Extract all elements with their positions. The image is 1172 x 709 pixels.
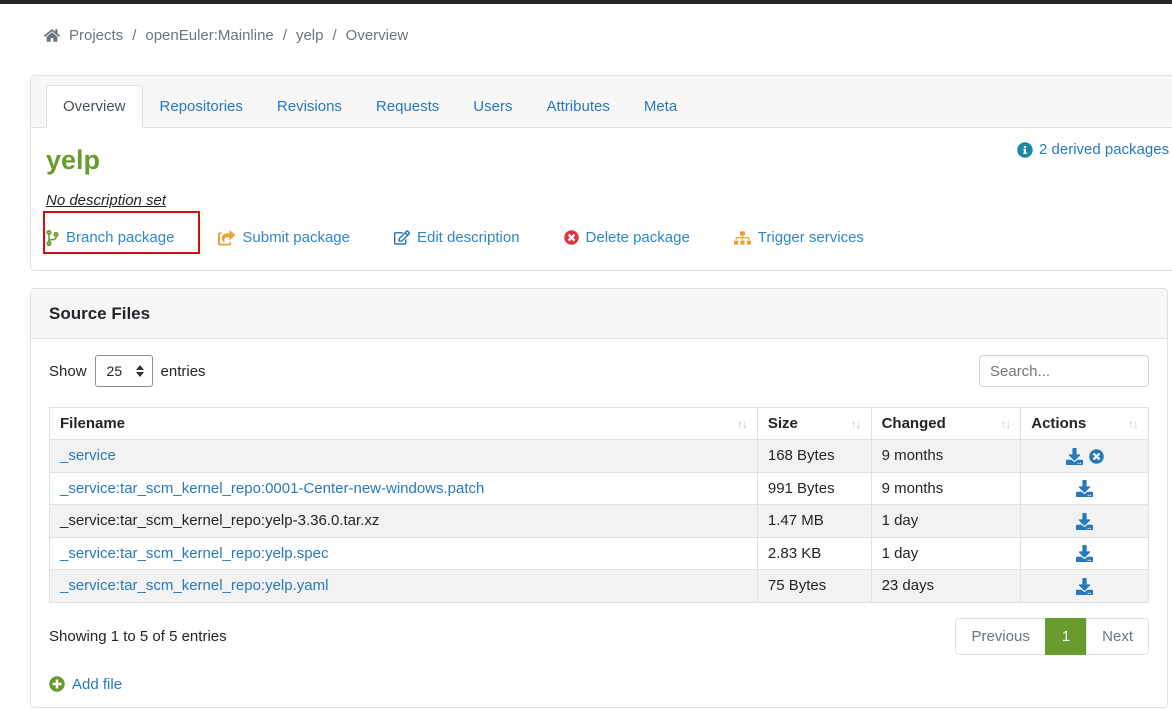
download-file-icon[interactable] — [1076, 480, 1093, 497]
tab-overview[interactable]: Overview — [46, 85, 143, 128]
entries-select[interactable]: 25 — [95, 355, 153, 387]
edit-description-label: Edit description — [417, 229, 520, 246]
pagination: Previous 1 Next — [956, 618, 1149, 655]
column-header-size[interactable]: Size↑↓ — [757, 408, 871, 440]
sort-icon[interactable]: ↑↓ — [737, 417, 747, 431]
pagination-next[interactable]: Next — [1086, 618, 1149, 655]
top-border-bar — [0, 0, 1172, 4]
share-square-icon — [218, 230, 235, 246]
breadcrumb: Projects / openEuler:Mainline / yelp / O… — [44, 27, 408, 44]
search-input[interactable] — [979, 355, 1149, 387]
package-description: No description set — [46, 192, 166, 209]
download-file-icon[interactable] — [1066, 448, 1083, 465]
tab-meta[interactable]: Meta — [627, 85, 694, 128]
file-size: 75 Bytes — [757, 570, 871, 603]
column-header-filename[interactable]: Filename↑↓ — [50, 408, 758, 440]
pagination-page-1[interactable]: 1 — [1045, 618, 1087, 655]
source-files-title: Source Files — [31, 289, 1167, 339]
tab-revisions[interactable]: Revisions — [260, 85, 359, 128]
file-size: 168 Bytes — [757, 440, 871, 473]
file-size: 991 Bytes — [757, 472, 871, 505]
plus-circle-icon — [49, 676, 65, 692]
select-caret-icon — [136, 365, 144, 377]
sort-icon[interactable]: ↑↓ — [1000, 417, 1010, 431]
delete-package-button[interactable]: Delete package — [564, 229, 690, 246]
add-file-link[interactable]: Add file — [49, 676, 122, 693]
table-row: _service 168 Bytes 9 months — [50, 440, 1149, 473]
page-title: yelp — [46, 146, 1164, 174]
tab-repositories[interactable]: Repositories — [143, 85, 260, 128]
table-row: _service:tar_scm_kernel_repo:yelp.yaml 7… — [50, 570, 1149, 603]
table-row: _service:tar_scm_kernel_repo:0001-Center… — [50, 472, 1149, 505]
source-files-card: Source Files Show 25 entries Filename↑↓ … — [30, 288, 1168, 708]
package-tab-bar: Overview Repositories Revisions Requests… — [31, 76, 1172, 128]
breadcrumb-separator: / — [283, 27, 287, 44]
table-controls: Show 25 entries — [49, 355, 1149, 387]
edit-icon — [394, 230, 410, 245]
file-name-text: _service:tar_scm_kernel_repo:yelp-3.36.0… — [60, 512, 379, 529]
entries-label: entries — [161, 363, 206, 380]
sort-icon[interactable]: ↑↓ — [851, 417, 861, 431]
file-changed: 23 days — [871, 570, 1021, 603]
breadcrumb-item-project[interactable]: openEuler:Mainline — [145, 27, 273, 44]
file-size: 1.47 MB — [757, 505, 871, 538]
times-circle-icon — [564, 230, 579, 245]
show-label: Show — [49, 363, 87, 380]
derived-packages-link[interactable]: 2 derived packages — [1017, 141, 1169, 158]
source-files-table: Filename↑↓ Size↑↓ Changed↑↓ Actions↑↓ _s… — [49, 407, 1149, 603]
column-header-changed[interactable]: Changed↑↓ — [871, 408, 1021, 440]
download-file-icon[interactable] — [1076, 513, 1093, 530]
sort-icon[interactable]: ↑↓ — [1128, 417, 1138, 431]
entries-select-value: 25 — [107, 363, 123, 379]
file-changed: 1 day — [871, 505, 1021, 538]
download-file-icon[interactable] — [1076, 578, 1093, 595]
pagination-previous[interactable]: Previous — [955, 618, 1045, 655]
file-changed: 9 months — [871, 440, 1021, 473]
sitemap-icon — [734, 231, 751, 245]
edit-description-button[interactable]: Edit description — [394, 229, 520, 246]
trigger-services-button[interactable]: Trigger services — [734, 229, 864, 246]
package-actions: Branch package Submit package Edit descr… — [46, 229, 1164, 246]
table-row: _service:tar_scm_kernel_repo:yelp-3.36.0… — [50, 505, 1149, 538]
branch-package-label: Branch package — [66, 229, 174, 246]
branch-package-button[interactable]: Branch package — [46, 229, 174, 246]
download-file-icon[interactable] — [1076, 545, 1093, 562]
table-header-row: Filename↑↓ Size↑↓ Changed↑↓ Actions↑↓ — [50, 408, 1149, 440]
trigger-services-label: Trigger services — [758, 229, 864, 246]
derived-packages-label: 2 derived packages — [1039, 141, 1169, 158]
package-overview-card: Overview Repositories Revisions Requests… — [30, 75, 1172, 271]
tab-users[interactable]: Users — [456, 85, 529, 128]
file-changed: 1 day — [871, 537, 1021, 570]
delete-file-icon[interactable] — [1089, 449, 1104, 464]
breadcrumb-item-package[interactable]: yelp — [296, 27, 324, 44]
file-link[interactable]: _service:tar_scm_kernel_repo:0001-Center… — [60, 480, 484, 497]
code-branch-icon — [46, 230, 59, 246]
info-circle-icon — [1017, 142, 1033, 158]
entries-summary: Showing 1 to 5 of 5 entries — [49, 628, 227, 645]
file-link[interactable]: _service — [60, 447, 116, 464]
breadcrumb-item-projects[interactable]: Projects — [69, 27, 123, 44]
add-file-label: Add file — [72, 676, 122, 693]
tab-attributes[interactable]: Attributes — [529, 85, 626, 128]
submit-package-button[interactable]: Submit package — [218, 229, 350, 246]
column-header-actions[interactable]: Actions↑↓ — [1021, 408, 1149, 440]
home-icon[interactable] — [44, 28, 60, 43]
file-size: 2.83 KB — [757, 537, 871, 570]
file-link[interactable]: _service:tar_scm_kernel_repo:yelp.spec — [60, 545, 328, 562]
table-row: _service:tar_scm_kernel_repo:yelp.spec 2… — [50, 537, 1149, 570]
file-changed: 9 months — [871, 472, 1021, 505]
breadcrumb-item-current: Overview — [346, 27, 409, 44]
file-link[interactable]: _service:tar_scm_kernel_repo:yelp.yaml — [60, 577, 328, 594]
delete-package-label: Delete package — [586, 229, 690, 246]
submit-package-label: Submit package — [242, 229, 350, 246]
breadcrumb-separator: / — [132, 27, 136, 44]
breadcrumb-separator: / — [332, 27, 336, 44]
tab-requests[interactable]: Requests — [359, 85, 456, 128]
